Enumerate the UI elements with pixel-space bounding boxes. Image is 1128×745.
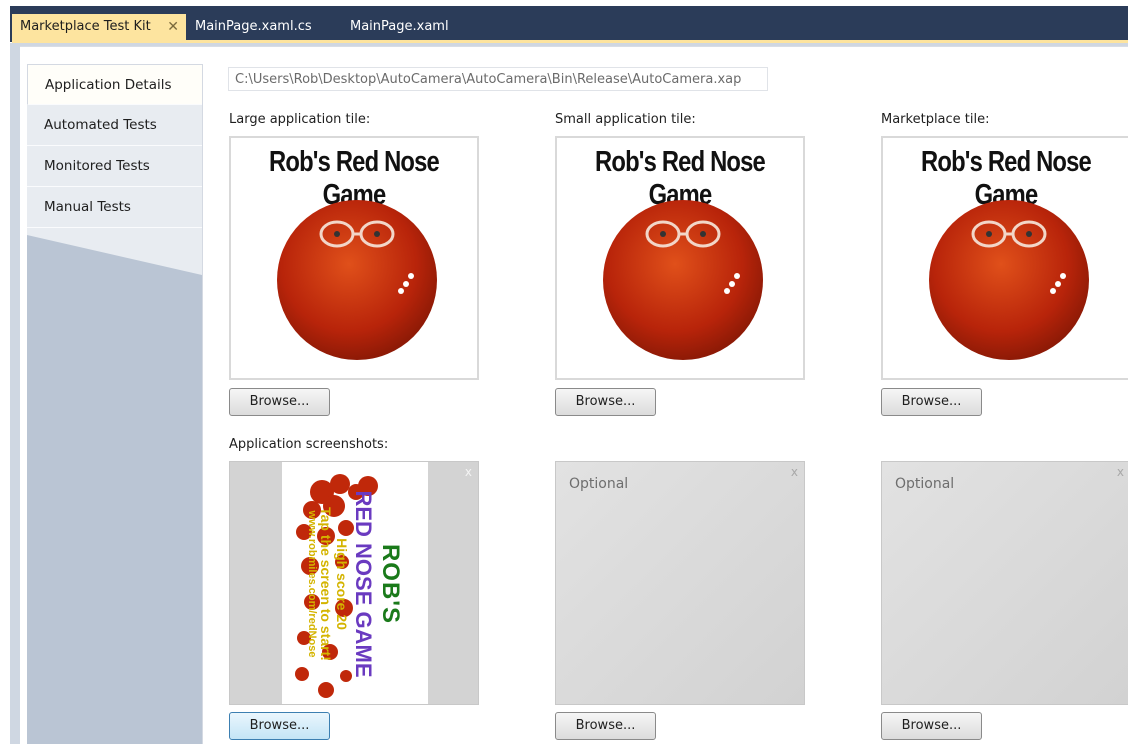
small-tile-browse-button[interactable]: Browse... <box>555 388 656 416</box>
sidebar-item-label: Manual Tests <box>44 199 131 215</box>
small-tile-image: Rob's Red Nose Game <box>555 136 805 380</box>
screenshot-slot-1: ROB'S RED NOSE GAME High score 20 Tap th… <box>229 461 479 705</box>
close-icon[interactable]: ✕ <box>167 14 179 40</box>
tab-mainpage-xaml-cs[interactable]: MainPage.xaml.cs <box>187 14 320 40</box>
tomato-face-icon <box>929 200 1089 360</box>
remove-screenshot-icon[interactable]: x <box>791 465 798 479</box>
sidebar-item-label: Monitored Tests <box>44 158 150 174</box>
marketplace-tile-browse-button[interactable]: Browse... <box>881 388 982 416</box>
screenshot-score: High score 20 <box>334 538 350 630</box>
screenshot-1-browse-button[interactable]: Browse... <box>229 712 330 740</box>
tab-mainpage-xaml[interactable]: MainPage.xaml <box>342 14 457 40</box>
tab-label: MainPage.xaml.cs <box>195 19 312 34</box>
tab-label: Marketplace Test Kit <box>20 19 151 34</box>
remove-screenshot-icon[interactable]: x <box>465 465 472 479</box>
screenshot-slot-3[interactable]: Optional x <box>881 461 1128 705</box>
sidebar-item-label: Automated Tests <box>44 117 157 133</box>
screenshot-title: ROB'S <box>377 543 404 625</box>
screenshot-text: ROB'S RED NOSE GAME High score 20 Tap th… <box>306 469 404 699</box>
sidebar-item-monitored-tests[interactable]: Monitored Tests <box>27 146 202 187</box>
screenshot-subtitle: RED NOSE GAME <box>351 490 376 678</box>
sidebar-item-label: Application Details <box>45 77 172 93</box>
tab-label: MainPage.xaml <box>350 19 449 34</box>
marketplace-tile-image: Rob's Red Nose Game <box>881 136 1128 380</box>
screenshots-label: Application screenshots: <box>229 437 389 452</box>
screenshot-3-browse-button[interactable]: Browse... <box>881 712 982 740</box>
tab-marketplace-test-kit[interactable]: Marketplace Test Kit ✕ <box>12 14 186 40</box>
remove-screenshot-icon[interactable]: x <box>1117 465 1124 479</box>
xap-path-field[interactable]: C:\Users\Rob\Desktop\AutoCamera\AutoCame… <box>228 67 768 91</box>
tomato-face-icon <box>603 200 763 360</box>
screenshot-url: www.robmiles.com/redNose <box>306 510 318 658</box>
sidebar-item-manual-tests[interactable]: Manual Tests <box>27 187 202 228</box>
sidebar-item-application-details[interactable]: Application Details <box>27 64 202 105</box>
large-tile-image: Rob's Red Nose Game <box>229 136 479 380</box>
screenshot-2-browse-button[interactable]: Browse... <box>555 712 656 740</box>
small-tile-label: Small application tile: <box>555 112 696 127</box>
optional-placeholder: Optional <box>895 476 955 492</box>
large-tile-browse-button[interactable]: Browse... <box>229 388 330 416</box>
marketplace-tile-label: Marketplace tile: <box>881 112 990 127</box>
optional-placeholder: Optional <box>569 476 629 492</box>
panel-divider <box>202 64 203 744</box>
screenshot-instruction: Tap the screen to start! <box>318 507 334 661</box>
sidebar-item-automated-tests[interactable]: Automated Tests <box>27 105 202 146</box>
sidebar-slant <box>27 229 202 275</box>
tomato-face-icon <box>277 200 437 360</box>
large-tile-label: Large application tile: <box>229 112 371 127</box>
screenshot-slot-2[interactable]: Optional x <box>555 461 805 705</box>
screenshot-image: ROB'S RED NOSE GAME High score 20 Tap th… <box>282 462 428 704</box>
